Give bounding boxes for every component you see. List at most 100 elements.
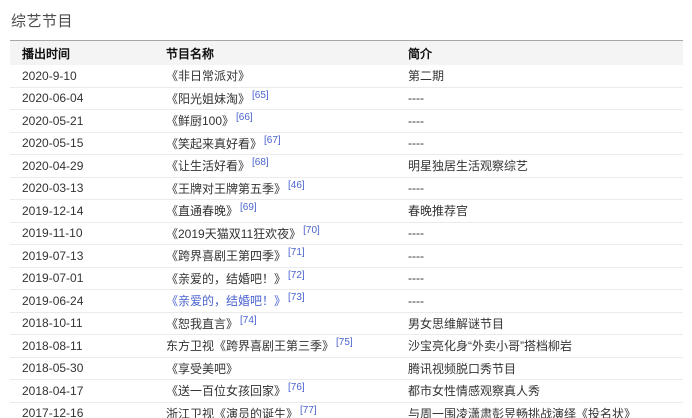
- program-intro: 沙宝亮化身“外卖小哥”搭档柳岩: [408, 337, 683, 354]
- program-title-cell: 浙江卫视《演员的诞生》[77]: [166, 405, 408, 418]
- broadcast-date: 2018-04-17: [10, 384, 166, 398]
- reference-link[interactable]: [69]: [240, 202, 257, 213]
- broadcast-date: 2020-04-29: [10, 159, 166, 173]
- reference-link[interactable]: [65]: [252, 90, 269, 101]
- broadcast-date: 2019-07-13: [10, 249, 166, 263]
- table-row: 2020-05-15 《笑起来真好看》[67] ----: [10, 133, 683, 156]
- table-header-row: 播出时间 节目名称 简介: [10, 40, 683, 65]
- program-title-cell: 《非日常派对》: [166, 67, 408, 84]
- program-title[interactable]: 《亲爱的，结婚吧！》: [166, 294, 286, 308]
- broadcast-date: 2018-05-30: [10, 361, 166, 375]
- program-title-cell: 《亲爱的，结婚吧！》[73]: [166, 292, 408, 309]
- program-intro: 与周一围凌潇肃彭昱畅挑战演绎《投名状》: [408, 405, 683, 418]
- reference-link[interactable]: [67]: [264, 135, 281, 146]
- program-title: 《跨界喜剧王第四季》: [166, 249, 286, 263]
- table-row: 2019-12-14 《直通春晚》[69] 春晚推荐官: [10, 200, 683, 223]
- broadcast-date: 2019-06-24: [10, 294, 166, 308]
- broadcast-date: 2019-12-14: [10, 204, 166, 218]
- program-intro: 腾讯视频脱口秀节目: [408, 360, 683, 377]
- table-row: 2019-11-10 《2019天猫双11狂欢夜》[70] ----: [10, 223, 683, 246]
- program-title: 浙江卫视《演员的诞生》: [166, 407, 298, 418]
- table-row: 2020-9-10 《非日常派对》 第二期: [10, 65, 683, 88]
- program-title-cell: 《享受美吧》: [166, 360, 408, 377]
- program-intro: ----: [408, 249, 683, 263]
- program-title-cell: 《直通春晚》[69]: [166, 202, 408, 219]
- program-title: 《恕我直言》: [166, 317, 238, 331]
- program-title: 《阳光姐妹淘》: [166, 92, 250, 106]
- broadcast-date: 2019-11-10: [10, 226, 166, 240]
- program-intro: 明星独居生活观察综艺: [408, 157, 683, 174]
- reference-link[interactable]: [71]: [288, 247, 305, 258]
- program-title: 《王牌对王牌第五季》: [166, 182, 286, 196]
- broadcast-date: 2017-12-16: [10, 406, 166, 418]
- reference-link[interactable]: [72]: [288, 270, 305, 281]
- program-title: 《亲爱的，结婚吧！》: [166, 272, 286, 286]
- table-row: 2020-04-29 《让生活好看》[68] 明星独居生活观察综艺: [10, 155, 683, 178]
- program-title-cell: 东方卫视《跨界喜剧王第三季》[75]: [166, 337, 408, 354]
- program-title: 《让生活好看》: [166, 159, 250, 173]
- broadcast-date: 2020-9-10: [10, 69, 166, 83]
- table-row: 2017-12-16 浙江卫视《演员的诞生》[77] 与周一围凌潇肃彭昱畅挑战演…: [10, 403, 683, 418]
- program-intro: ----: [408, 181, 683, 195]
- broadcast-date: 2020-05-21: [10, 114, 166, 128]
- table-row: 2018-04-17 《送一百位女孩回家》[76] 都市女性情感观察真人秀: [10, 380, 683, 403]
- broadcast-date: 2018-08-11: [10, 339, 166, 353]
- table-row: 2019-07-13 《跨界喜剧王第四季》[71] ----: [10, 245, 683, 268]
- reference-link[interactable]: [74]: [240, 315, 257, 326]
- reference-link[interactable]: [77]: [300, 405, 317, 416]
- table-body: 2020-9-10 《非日常派对》 第二期 2020-06-04 《阳光姐妹淘》…: [10, 65, 683, 418]
- program-intro: ----: [408, 114, 683, 128]
- program-title-cell: 《笑起来真好看》[67]: [166, 135, 408, 152]
- broadcast-date: 2020-03-13: [10, 181, 166, 195]
- program-title: 《鲜厨100》: [166, 114, 234, 128]
- column-header-intro: 简介: [408, 45, 683, 62]
- variety-shows-table: 播出时间 节目名称 简介 2020-9-10 《非日常派对》 第二期 2020-…: [10, 40, 683, 418]
- reference-link[interactable]: [76]: [288, 382, 305, 393]
- program-title-cell: 《王牌对王牌第五季》[46]: [166, 180, 408, 197]
- broadcast-date: 2020-06-04: [10, 91, 166, 105]
- program-title: 《送一百位女孩回家》: [166, 384, 286, 398]
- table-row: 2019-06-24 《亲爱的，结婚吧！》[73] ----: [10, 290, 683, 313]
- section-title: 综艺节目: [0, 0, 692, 40]
- program-title-cell: 《2019天猫双11狂欢夜》[70]: [166, 225, 408, 242]
- table-row: 2020-06-04 《阳光姐妹淘》[65] ----: [10, 88, 683, 111]
- program-title: 《非日常派对》: [166, 69, 250, 83]
- program-title-cell: 《恕我直言》[74]: [166, 315, 408, 332]
- broadcast-date: 2019-07-01: [10, 271, 166, 285]
- program-title-cell: 《鲜厨100》[66]: [166, 112, 408, 129]
- table-row: 2018-08-11 东方卫视《跨界喜剧王第三季》[75] 沙宝亮化身“外卖小哥…: [10, 335, 683, 358]
- table-row: 2018-05-30 《享受美吧》 腾讯视频脱口秀节目: [10, 358, 683, 381]
- reference-link[interactable]: [75]: [336, 337, 353, 348]
- program-title: 《直通春晚》: [166, 204, 238, 218]
- program-intro: ----: [408, 294, 683, 308]
- program-intro: 第二期: [408, 67, 683, 84]
- table-row: 2018-10-11 《恕我直言》[74] 男女思维解谜节目: [10, 313, 683, 336]
- program-intro: ----: [408, 136, 683, 150]
- program-intro: ----: [408, 226, 683, 240]
- broadcast-date: 2018-10-11: [10, 316, 166, 330]
- reference-link[interactable]: [66]: [236, 112, 253, 123]
- column-header-broadcast-date: 播出时间: [10, 45, 166, 62]
- reference-link[interactable]: [73]: [288, 292, 305, 303]
- program-intro: ----: [408, 271, 683, 285]
- program-title: 《笑起来真好看》: [166, 137, 262, 151]
- reference-link[interactable]: [68]: [252, 157, 269, 168]
- program-intro: 都市女性情感观察真人秀: [408, 382, 683, 399]
- program-intro: 男女思维解谜节目: [408, 315, 683, 332]
- table-row: 2020-03-13 《王牌对王牌第五季》[46] ----: [10, 178, 683, 201]
- program-title-cell: 《跨界喜剧王第四季》[71]: [166, 247, 408, 264]
- program-title-cell: 《送一百位女孩回家》[76]: [166, 382, 408, 399]
- program-title-cell: 《阳光姐妹淘》[65]: [166, 90, 408, 107]
- column-header-program-name: 节目名称: [166, 45, 408, 62]
- program-title: 《享受美吧》: [166, 362, 238, 376]
- reference-link[interactable]: [70]: [303, 225, 320, 236]
- program-title-cell: 《让生活好看》[68]: [166, 157, 408, 174]
- broadcast-date: 2020-05-15: [10, 136, 166, 150]
- program-title-cell: 《亲爱的，结婚吧！》[72]: [166, 270, 408, 287]
- table-row: 2020-05-21 《鲜厨100》[66] ----: [10, 110, 683, 133]
- program-title: 东方卫视《跨界喜剧王第三季》: [166, 339, 334, 353]
- reference-link[interactable]: [46]: [288, 180, 305, 191]
- program-intro: ----: [408, 91, 683, 105]
- table-row: 2019-07-01 《亲爱的，结婚吧！》[72] ----: [10, 268, 683, 291]
- program-intro: 春晚推荐官: [408, 202, 683, 219]
